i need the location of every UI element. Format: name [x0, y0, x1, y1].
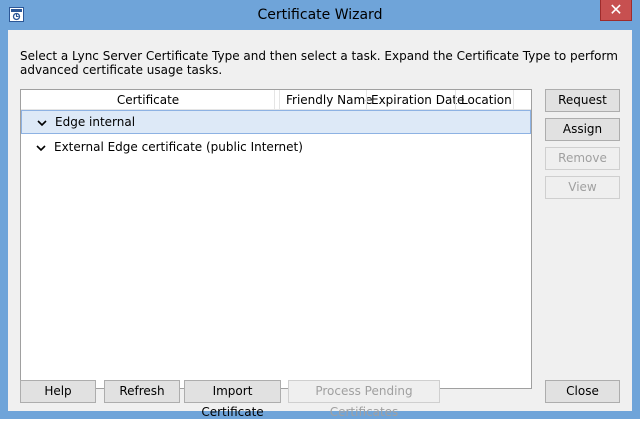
column-separator[interactable]	[366, 90, 367, 109]
column-separator[interactable]	[274, 90, 275, 109]
chevron-down-icon[interactable]	[37, 118, 47, 128]
import-certificate-button[interactable]: Import Certificate	[184, 380, 281, 419]
column-separator[interactable]	[513, 90, 514, 109]
refresh-button[interactable]: Refresh	[104, 380, 180, 403]
row-label: External Edge certificate (public Intern…	[54, 140, 303, 154]
certificate-list[interactable]: Certificate Friendly Name Expiration Dat…	[20, 89, 532, 389]
request-button[interactable]: Request	[545, 89, 620, 112]
certificate-row-external-edge[interactable]: External Edge certificate (public Intern…	[21, 136, 531, 160]
column-separator[interactable]	[455, 90, 456, 109]
dialog-body: Select a Lync Server Certificate Type an…	[8, 30, 632, 419]
remove-button[interactable]: Remove	[545, 147, 620, 170]
column-separator[interactable]	[279, 90, 280, 109]
title-bar[interactable]: Certificate Wizard ✕	[0, 0, 640, 30]
list-header: Certificate Friendly Name Expiration Dat…	[21, 90, 531, 110]
close-button[interactable]: Close	[545, 380, 620, 403]
certificate-wizard-window: Certificate Wizard ✕ Select a Lync Serve…	[0, 0, 640, 419]
view-button[interactable]: View	[545, 176, 620, 199]
instructions-text: Select a Lync Server Certificate Type an…	[20, 49, 618, 77]
window-title: Certificate Wizard	[257, 7, 383, 23]
row-label: Edge internal	[55, 115, 136, 129]
certificate-row-edge-internal[interactable]: Edge internal	[21, 110, 531, 134]
column-header-expiration-date[interactable]: Expiration Date	[371, 90, 464, 109]
assign-button[interactable]: Assign	[545, 118, 620, 141]
column-header-friendly-name[interactable]: Friendly Name	[286, 90, 373, 109]
help-button[interactable]: Help	[20, 380, 96, 403]
column-header-certificate[interactable]: Certificate	[21, 90, 275, 109]
chevron-down-icon[interactable]	[36, 143, 46, 153]
column-header-location[interactable]: Location	[461, 90, 512, 109]
window-close-button[interactable]: ✕	[600, 0, 632, 21]
process-pending-certificates-button[interactable]: Process Pending Certificates	[288, 380, 440, 419]
